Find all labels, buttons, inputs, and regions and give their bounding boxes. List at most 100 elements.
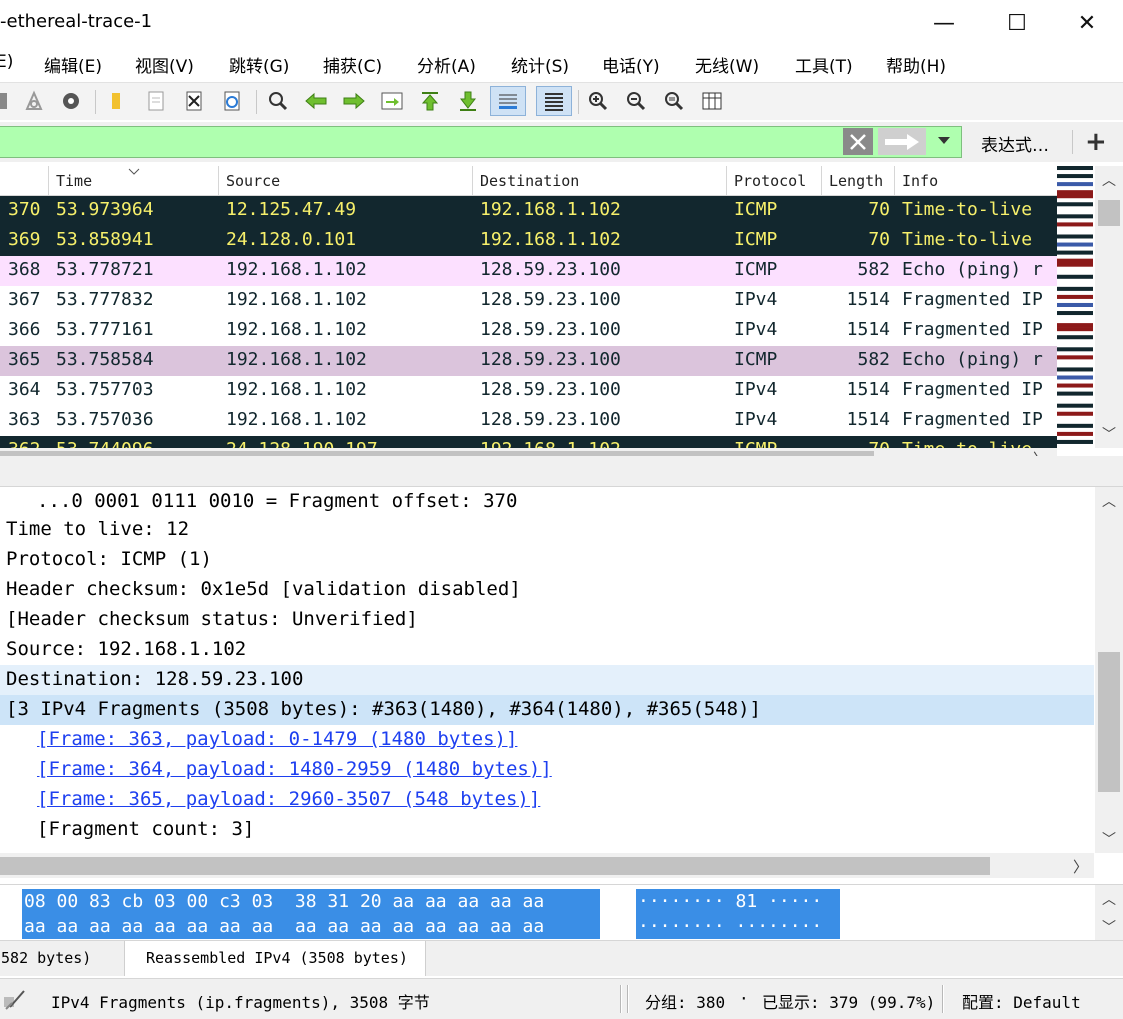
- auto-scroll-button[interactable]: [490, 86, 526, 116]
- menu-edit[interactable]: 编辑(E): [44, 52, 102, 77]
- resize-columns-icon: [702, 92, 722, 110]
- menu-capture[interactable]: 捕获(C): [323, 52, 382, 77]
- detail-line[interactable]: Destination: 128.59.23.100: [0, 665, 1094, 695]
- menu-view[interactable]: 视图(V): [135, 52, 194, 77]
- scroll-right-icon[interactable]: 〉: [1033, 448, 1048, 456]
- reload-icon: [224, 91, 240, 111]
- find-packet-button[interactable]: [263, 86, 293, 116]
- column-header-length[interactable]: Length: [829, 172, 883, 190]
- go-first-packet-button[interactable]: [415, 86, 445, 116]
- scroll-thumb[interactable]: [1098, 652, 1120, 792]
- menu-go[interactable]: 跳转(G): [229, 52, 289, 77]
- detail-line[interactable]: ...0 0001 0111 0010 = Fragment offset: 3…: [0, 487, 1094, 517]
- tab-frame-bytes[interactable]: (582 bytes): [0, 941, 124, 976]
- scroll-up-icon[interactable]: ︿: [1095, 170, 1123, 190]
- capture-options-button[interactable]: [56, 86, 86, 116]
- packet-row[interactable]: 365 53.758584 192.168.1.102 128.59.23.100 IC…: [0, 346, 1057, 376]
- column-header-destination[interactable]: Destination: [480, 172, 579, 190]
- go-back-button[interactable]: [301, 86, 331, 116]
- menu-wireless[interactable]: 无线(W): [695, 52, 759, 77]
- bytes-vscrollbar[interactable]: ︿ ﹀: [1095, 885, 1123, 940]
- pane-splitter[interactable]: [0, 456, 1123, 486]
- scroll-thumb[interactable]: [1098, 200, 1120, 226]
- close-button[interactable]: ✕: [1064, 6, 1110, 40]
- menu-help[interactable]: 帮助(H): [886, 52, 946, 77]
- detail-line[interactable]: Header checksum: 0x1e5d [validation disa…: [0, 575, 1094, 605]
- resize-columns-button[interactable]: [697, 86, 727, 116]
- packet-info: Fragmented IP: [902, 319, 1043, 340]
- detail-line[interactable]: [Header checksum status: Unverified]: [0, 605, 1094, 635]
- menu-tools[interactable]: 工具(T): [795, 52, 853, 77]
- zoom-normal-button[interactable]: [659, 86, 689, 116]
- minimize-button[interactable]: —: [921, 6, 967, 40]
- minimap-stripe: [1057, 214, 1093, 219]
- packet-row[interactable]: 369 53.858941 24.128.0.101 192.168.1.102 ICM…: [0, 226, 1057, 256]
- detail-line[interactable]: Source: 192.168.1.102: [0, 635, 1094, 665]
- packet-row[interactable]: 364 53.757703 192.168.1.102 128.59.23.100 IP…: [0, 376, 1057, 406]
- maximize-button[interactable]: ☐: [994, 6, 1040, 40]
- save-file-button[interactable]: [141, 86, 171, 116]
- detail-line[interactable]: Time to live: 12: [0, 515, 1094, 545]
- reload-file-button[interactable]: [217, 86, 247, 116]
- minimap-stripe: [1057, 431, 1093, 437]
- scroll-thumb[interactable]: [0, 857, 990, 875]
- packet-row[interactable]: 363 53.757036 192.168.1.102 128.59.23.100 IP…: [0, 406, 1057, 436]
- stop-capture-button[interactable]: [0, 86, 14, 116]
- detail-line[interactable]: [Fragment count: 3]: [0, 815, 1094, 845]
- details-hscrollbar[interactable]: 〉: [0, 853, 1094, 878]
- packet-row[interactable]: 368 53.778721 192.168.1.102 128.59.23.100 IC…: [0, 256, 1057, 286]
- tab-reassembled-ipv4[interactable]: Reassembled IPv4 (3508 bytes): [124, 941, 426, 976]
- scroll-down-icon[interactable]: ﹀: [1095, 424, 1123, 444]
- go-to-packet-button[interactable]: [377, 86, 407, 116]
- column-header-protocol[interactable]: Protocol: [734, 172, 806, 190]
- fragment-frame-link[interactable]: [Frame: 363, payload: 0-1479 (1480 bytes…: [37, 728, 517, 750]
- packet-list-hscrollbar[interactable]: 〉: [0, 448, 1057, 456]
- detail-line[interactable]: [Frame: 365, payload: 2960-3507 (548 byt…: [0, 785, 1094, 815]
- apply-filter-button[interactable]: [878, 128, 926, 155]
- expression-button[interactable]: 表达式…: [981, 131, 1049, 156]
- fragment-frame-link[interactable]: [Frame: 365, payload: 2960-3507 (548 byt…: [37, 788, 540, 810]
- selected-field-info: IPv4 Fragments (ip.fragments), 3508 字节: [51, 993, 430, 1012]
- menu-statistics[interactable]: 统计(S): [511, 52, 569, 77]
- scroll-right-icon[interactable]: 〉: [1073, 856, 1088, 877]
- menu-telephony[interactable]: 电话(Y): [602, 52, 660, 77]
- close-file-button[interactable]: [179, 86, 209, 116]
- detail-line[interactable]: Protocol: ICMP (1): [0, 545, 1094, 575]
- packet-minimap[interactable]: [1057, 166, 1093, 449]
- scroll-down-icon[interactable]: ﹀: [1095, 829, 1123, 849]
- menu-file[interactable]: E): [0, 52, 13, 72]
- details-vscrollbar[interactable]: ︿ ﹀: [1095, 487, 1123, 853]
- packet-row[interactable]: 366 53.777161 192.168.1.102 128.59.23.100 IP…: [0, 316, 1057, 346]
- zoom-in-button[interactable]: [583, 86, 613, 116]
- open-file-button[interactable]: [102, 86, 132, 116]
- scroll-down-icon[interactable]: ﹀: [1095, 917, 1123, 937]
- packet-row[interactable]: 367 53.777832 192.168.1.102 128.59.23.100 IP…: [0, 286, 1057, 316]
- detail-line[interactable]: [3 IPv4 Fragments (3508 bytes): #363(148…: [0, 695, 1094, 725]
- menu-analyze[interactable]: 分析(A): [417, 52, 476, 77]
- packet-list-vscrollbar[interactable]: ︿ ﹀: [1095, 166, 1123, 448]
- expert-info-icon[interactable]: [2, 987, 28, 1013]
- packet-row[interactable]: 370 53.973964 12.125.47.49 192.168.1.102 ICM…: [0, 196, 1057, 226]
- go-forward-button[interactable]: [339, 86, 369, 116]
- column-header-time[interactable]: Time: [56, 172, 92, 190]
- fragment-frame-link[interactable]: [Frame: 364, payload: 1480-2959 (1480 by…: [37, 758, 552, 780]
- display-filter-input[interactable]: [0, 126, 962, 158]
- packet-list-header: Time Source Destination Protocol Length …: [0, 166, 1057, 196]
- scroll-up-icon[interactable]: ︿: [1095, 889, 1123, 909]
- zoom-out-button[interactable]: [621, 86, 651, 116]
- profile-label[interactable]: 配置: Default: [962, 989, 1081, 1013]
- restart-capture-button[interactable]: [19, 86, 49, 116]
- clear-filter-button[interactable]: [843, 128, 873, 155]
- filter-history-dropdown[interactable]: [936, 132, 952, 153]
- bytes-ascii-selection[interactable]: ········ 81 ····· ········ ········: [636, 889, 840, 939]
- scroll-up-icon[interactable]: ︿: [1095, 491, 1123, 511]
- arrow-down-icon: [459, 91, 477, 111]
- go-last-packet-button[interactable]: [453, 86, 483, 116]
- column-header-source[interactable]: Source: [226, 172, 280, 190]
- detail-line[interactable]: [Frame: 363, payload: 0-1479 (1480 bytes…: [0, 725, 1094, 755]
- bytes-hex-selection[interactable]: 08 00 83 cb 03 00 c3 03 38 31 20 aa aa a…: [22, 889, 600, 939]
- detail-line[interactable]: [Frame: 364, payload: 1480-2959 (1480 by…: [0, 755, 1094, 785]
- column-header-info[interactable]: Info: [902, 172, 938, 190]
- add-filter-button[interactable]: +: [1085, 127, 1107, 157]
- colorize-button[interactable]: [536, 86, 572, 116]
